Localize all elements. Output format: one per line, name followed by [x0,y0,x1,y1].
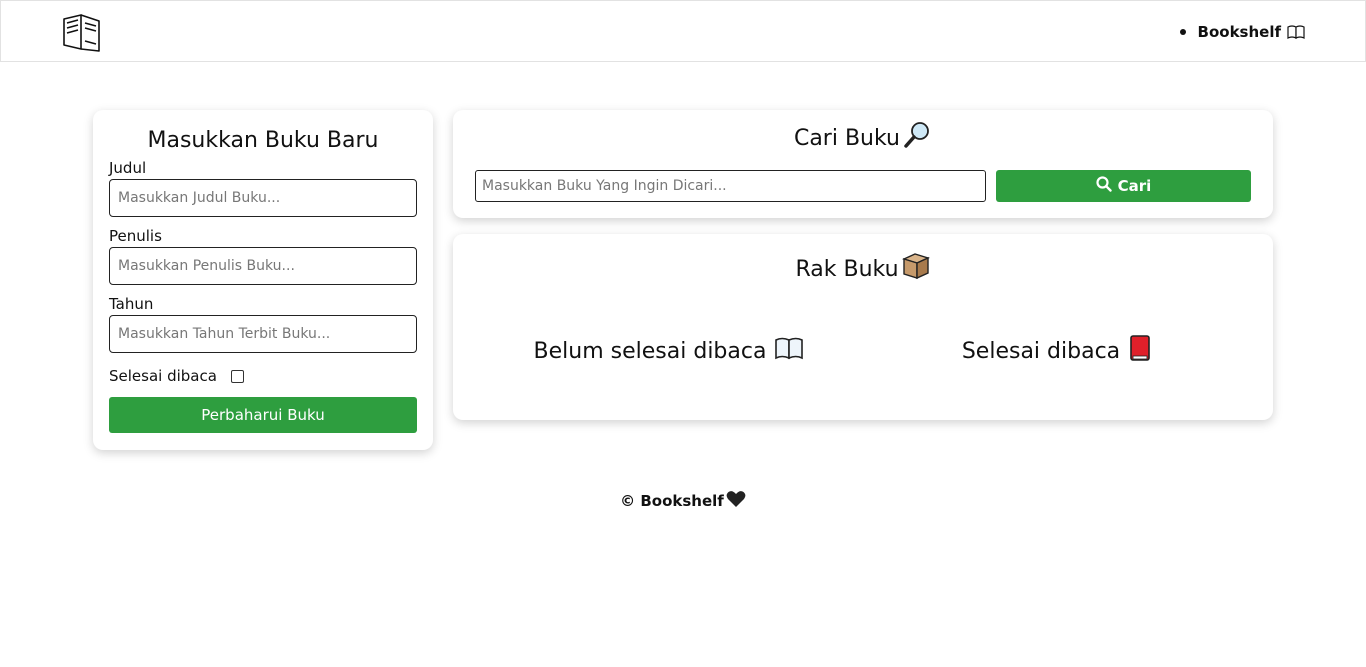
done-reading-label: Selesai dibaca [109,367,217,385]
red-book-icon [1128,334,1152,368]
nav-menu: Bookshelf [1179,23,1305,41]
unfinished-shelf: Belum selesai dibaca [475,334,863,368]
open-book-icon [1287,25,1305,39]
author-label: Penulis [109,227,162,245]
search-card: Cari Buku Cari [453,110,1273,218]
package-icon [901,252,931,286]
finished-shelf: Selesai dibaca [863,334,1251,368]
new-book-form-card: Masukkan Buku Baru Judul Penulis Tahun S… [93,110,433,450]
magnifying-glass-icon [902,120,932,156]
shelf-title-text: Rak Buku [795,256,899,282]
bullet-icon [1179,29,1186,35]
finished-shelf-label: Selesai dibaca [961,338,1121,364]
finished-shelf-heading: Selesai dibaca [962,334,1152,368]
footer: © Bookshelf [0,490,1366,512]
search-button[interactable]: Cari [996,170,1251,202]
title-input[interactable] [109,179,417,217]
black-heart-icon [726,490,746,512]
unfinished-shelf-heading: Belum selesai dibaca [534,336,805,366]
search-input[interactable] [475,170,986,202]
footer-text: © Bookshelf [620,492,724,510]
title-label: Judul [109,159,147,177]
year-label: Tahun [109,295,154,313]
search-row: Cari [475,170,1251,202]
search-icon [1096,176,1112,196]
open-book-icon [774,336,804,366]
year-input[interactable] [109,315,417,353]
shelf-title: Rak Buku [475,252,1251,286]
done-reading-checkbox[interactable] [230,369,244,383]
bookshelf-card: Rak Buku Belum selesai dibaca Selesai di… [453,234,1273,420]
navbar: Bookshelf [0,0,1366,62]
shelves: Belum selesai dibaca Selesai dibaca [475,334,1251,368]
submit-book-button[interactable]: Perbaharui Buku [109,397,417,433]
author-input[interactable] [109,247,417,285]
form-title: Masukkan Buku Baru [147,128,379,153]
search-title: Cari Buku [475,120,1251,156]
nav-link-bookshelf[interactable]: Bookshelf [1198,23,1281,41]
unfinished-shelf-label: Belum selesai dibaca [533,338,767,364]
nav-item-bookshelf: Bookshelf [1179,23,1305,41]
book-logo-icon[interactable] [61,11,103,53]
search-button-label: Cari [1117,177,1152,195]
search-title-text: Cari Buku [793,125,901,151]
done-reading-row: Selesai dibaca [109,367,417,385]
